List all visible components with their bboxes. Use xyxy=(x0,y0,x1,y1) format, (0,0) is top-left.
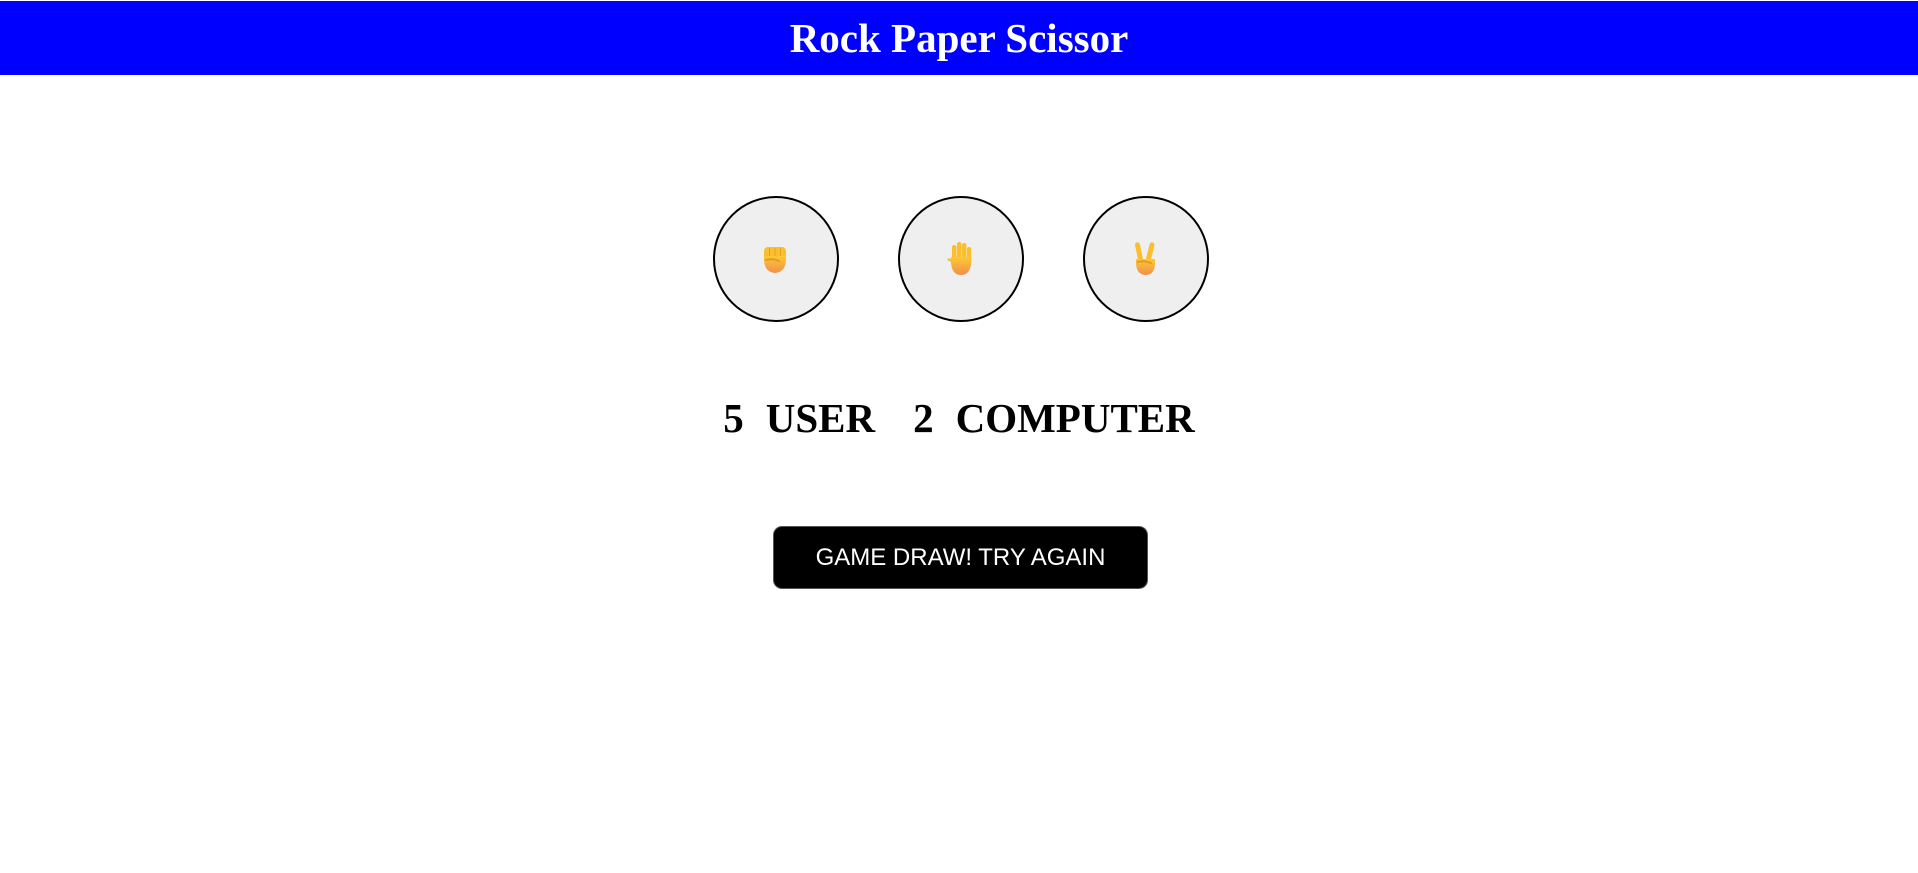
user-score-group: 5 USER xyxy=(723,398,875,439)
scoreboard: 5 USER 2 COMPUTER xyxy=(0,398,1918,439)
computer-label: COMPUTER xyxy=(955,395,1195,441)
page-title: Rock Paper Scissor xyxy=(789,14,1129,61)
computer-score: 2 xyxy=(913,395,934,441)
computer-score-group: 2 COMPUTER xyxy=(913,398,1195,439)
result-message-button[interactable]: GAME DRAW! TRY AGAIN xyxy=(773,526,1148,589)
message-container: GAME DRAW! TRY AGAIN xyxy=(773,526,1148,589)
choices-row xyxy=(713,196,1209,322)
user-label: USER xyxy=(765,395,876,441)
user-score: 5 xyxy=(723,395,744,441)
raised-fist-icon xyxy=(763,247,787,273)
header-bar: Rock Paper Scissor xyxy=(0,1,1918,75)
rock-choice-button[interactable] xyxy=(713,196,839,322)
scissors-choice-button[interactable] xyxy=(1083,196,1209,322)
paper-choice-button[interactable] xyxy=(898,196,1024,322)
victory-hand-icon xyxy=(1134,242,1156,275)
raised-hand-icon xyxy=(947,242,972,275)
